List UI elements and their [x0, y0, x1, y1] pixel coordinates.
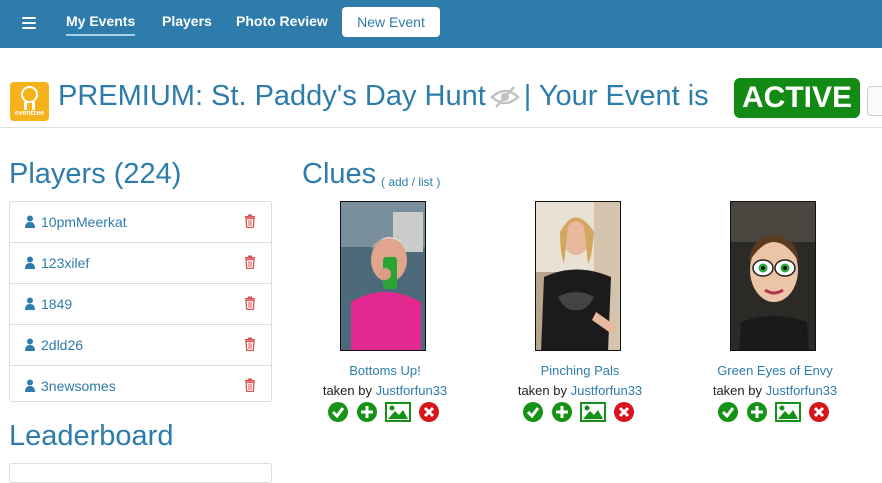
list-item[interactable]: 1849: [10, 284, 271, 325]
event-title: PREMIUM: St. Paddy's Day Hunt: [58, 80, 486, 112]
leaderboard-panel: [9, 463, 272, 483]
image-icon[interactable]: [580, 402, 606, 422]
player-name[interactable]: 123xilef: [41, 255, 89, 271]
taken-by: taken by Justforfun33: [712, 383, 838, 398]
nav-my-events[interactable]: My Events: [66, 13, 136, 36]
user-icon: [25, 338, 35, 351]
list-item[interactable]: 10pmMeerkat: [10, 202, 271, 243]
plus-circle-icon[interactable]: [552, 402, 572, 422]
taken-by-user-link[interactable]: Justforfun33: [376, 383, 448, 398]
clue-photo[interactable]: [535, 201, 621, 351]
times-circle-icon[interactable]: [809, 402, 829, 422]
top-navbar: My Events Players Photo Review New Event: [0, 0, 882, 48]
clue-title[interactable]: Pinching Pals: [495, 363, 665, 378]
hamburger-icon[interactable]: [22, 14, 36, 30]
plus-circle-icon[interactable]: [357, 402, 377, 422]
event-status-prefix: | Your Event is: [523, 80, 709, 112]
image-icon[interactable]: [385, 402, 411, 422]
photo-woman-pink-shirt: [341, 202, 425, 350]
trash-icon[interactable]: [244, 337, 256, 351]
page-title: PREMIUM: St. Paddy's Day Hunt | Your Eve…: [58, 80, 709, 120]
user-icon: [25, 215, 35, 228]
medal-icon: [21, 86, 38, 103]
eye-slash-icon[interactable]: [489, 85, 520, 109]
divider: [0, 127, 882, 128]
photo-woman-green-eyes: [731, 202, 815, 350]
clue-actions: [327, 402, 447, 424]
photo-woman-black-shirt: [536, 202, 620, 350]
taken-by: taken by Justforfun33: [517, 383, 643, 398]
user-icon: [25, 379, 35, 392]
status-badge: ACTIVE: [734, 78, 860, 118]
nav-players[interactable]: Players: [162, 13, 212, 29]
clues-heading: Clues: [302, 158, 377, 190]
clue-title[interactable]: Green Eyes of Envy: [690, 363, 860, 378]
nav-photo-review[interactable]: Photo Review: [236, 13, 328, 29]
clue-title[interactable]: Bottoms Up!: [300, 363, 470, 378]
check-circle-icon[interactable]: [718, 402, 738, 422]
player-name[interactable]: 3newsomes: [41, 378, 116, 394]
trash-icon[interactable]: [244, 296, 256, 310]
user-icon: [25, 256, 35, 269]
times-circle-icon[interactable]: [419, 402, 439, 422]
player-name[interactable]: 1849: [41, 296, 72, 312]
taken-by-user-link[interactable]: Justforfun33: [571, 383, 643, 398]
times-circle-icon[interactable]: [614, 402, 634, 422]
image-icon[interactable]: [775, 402, 801, 422]
new-event-button[interactable]: New Event: [342, 7, 440, 37]
settings-dropdown-button[interactable]: [867, 86, 882, 116]
clue-actions: [522, 402, 642, 424]
plus-circle-icon[interactable]: [747, 402, 767, 422]
players-heading: Players (224): [9, 158, 182, 190]
list-item[interactable]: 123xilef: [10, 243, 271, 284]
check-circle-icon[interactable]: [523, 402, 543, 422]
player-name[interactable]: 10pmMeerkat: [41, 214, 127, 230]
clues-add-list-link[interactable]: ( add / list ): [381, 175, 440, 189]
leaderboard-heading: Leaderboard: [9, 420, 174, 452]
list-item[interactable]: 2dld26: [10, 325, 271, 366]
list-item[interactable]: 3newsomes: [10, 366, 271, 401]
trash-icon[interactable]: [244, 255, 256, 269]
taken-by: taken by Justforfun33: [322, 383, 448, 398]
trash-icon[interactable]: [244, 214, 256, 228]
clue-photo[interactable]: [340, 201, 426, 351]
eventzee-logo: eventzee: [10, 82, 49, 121]
logo-text: eventzee: [14, 110, 45, 117]
user-icon: [25, 297, 35, 310]
check-circle-icon[interactable]: [328, 402, 348, 422]
clue-photo[interactable]: [730, 201, 816, 351]
clue-actions: [717, 402, 837, 424]
player-name[interactable]: 2dld26: [41, 337, 83, 353]
trash-icon[interactable]: [244, 378, 256, 392]
players-list: 10pmMeerkat 123xilef 1849 2dld26 3newsom…: [9, 201, 272, 402]
taken-by-user-link[interactable]: Justforfun33: [766, 383, 838, 398]
